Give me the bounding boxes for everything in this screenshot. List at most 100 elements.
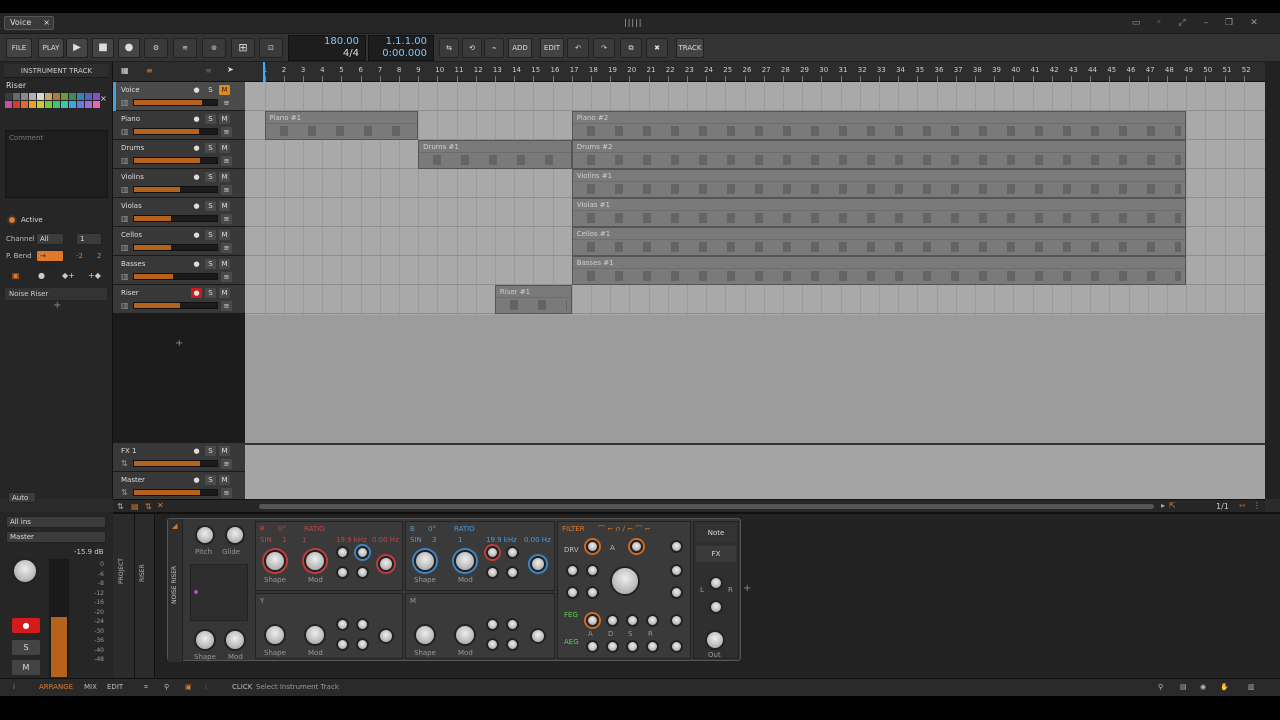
solo-button[interactable]: S bbox=[205, 172, 216, 182]
feg-r-knob[interactable] bbox=[646, 614, 659, 627]
track-menu-icon[interactable]: ≡ bbox=[221, 185, 232, 195]
osc-b-ratio[interactable]: RATIO bbox=[454, 525, 475, 533]
copy-icon[interactable]: ⧉ bbox=[620, 38, 642, 58]
color-swatch[interactable] bbox=[77, 101, 84, 108]
volume-fader[interactable] bbox=[133, 215, 218, 222]
clip[interactable]: Piano #1 bbox=[264, 111, 419, 140]
comment-field[interactable]: Comment bbox=[5, 130, 108, 198]
zoom-fit-icon[interactable]: ⇱ bbox=[1169, 501, 1176, 510]
arranger-timeline[interactable]: 1234567891011121314151617181920212223242… bbox=[245, 62, 1265, 499]
empty-track-area[interactable] bbox=[245, 315, 1265, 443]
rec-button[interactable]: ● bbox=[191, 143, 202, 153]
bar-position[interactable]: 1.1.1.00 bbox=[369, 36, 427, 48]
channel-number[interactable]: 1 bbox=[76, 233, 102, 245]
filter-knob-3[interactable] bbox=[566, 586, 579, 599]
tempo-value[interactable]: 180.00 bbox=[289, 36, 359, 48]
track-header[interactable]: Basses ▥ ● S M ≡ bbox=[113, 256, 245, 285]
volume-fader[interactable] bbox=[133, 273, 218, 280]
track-name-label[interactable]: Cellos bbox=[121, 231, 142, 239]
color-swatch[interactable] bbox=[85, 93, 92, 100]
routing-icon[interactable]: ◆+ bbox=[62, 271, 75, 280]
punch-icon[interactable]: ⇆ bbox=[439, 38, 459, 58]
timeline-ruler[interactable]: 1234567891011121314151617181920212223242… bbox=[245, 62, 1265, 82]
meter-value[interactable]: 4/4 bbox=[289, 48, 359, 60]
osc-r-knob-b[interactable] bbox=[356, 546, 369, 559]
track-name-label[interactable]: FX 1 bbox=[121, 447, 137, 455]
m-knob-c[interactable] bbox=[486, 638, 499, 651]
osc-r-wave[interactable]: SIN bbox=[260, 536, 272, 544]
osc-r-shape-knob[interactable] bbox=[264, 550, 286, 572]
track-name-label[interactable]: Drums bbox=[121, 144, 144, 152]
fold-icon[interactable]: ⇅ bbox=[117, 502, 124, 511]
play-icon[interactable]: ▶ bbox=[66, 38, 88, 58]
osc-b-knob-e[interactable] bbox=[530, 556, 546, 572]
layout-icon[interactable]: ▭ bbox=[1130, 17, 1142, 29]
pointer-tool-icon[interactable]: ➤ bbox=[227, 65, 234, 74]
y-mod-knob[interactable] bbox=[304, 624, 326, 646]
track-name-label[interactable]: Violins bbox=[121, 173, 144, 181]
clip[interactable]: Riser #1 bbox=[494, 285, 572, 314]
close-tab-icon[interactable]: × bbox=[43, 17, 50, 29]
volume-fader[interactable] bbox=[133, 128, 218, 135]
record-status-icon[interactable]: ◉ bbox=[1200, 683, 1206, 691]
track-lane[interactable] bbox=[245, 285, 1265, 314]
color-swatch[interactable] bbox=[45, 101, 52, 108]
m-knob-a[interactable] bbox=[486, 618, 499, 631]
power-icon[interactable]: ● bbox=[38, 271, 45, 280]
scroll-right-icon[interactable]: ▸ bbox=[1161, 501, 1165, 510]
menu-icon[interactable]: ≡ bbox=[205, 66, 212, 75]
hand-icon[interactable]: ✋ bbox=[1220, 683, 1229, 691]
color-swatch[interactable] bbox=[21, 93, 28, 100]
vertical-scrollbar[interactable] bbox=[1265, 62, 1280, 499]
y-knob-d[interactable] bbox=[356, 638, 369, 651]
volume-fader[interactable] bbox=[133, 157, 218, 164]
track-menu-icon[interactable]: ≡ bbox=[221, 156, 232, 166]
feg-d-knob[interactable] bbox=[606, 614, 619, 627]
clear-color-icon[interactable]: × bbox=[100, 94, 107, 103]
track-header[interactable]: Voice ▥ ● S M ≡ bbox=[113, 82, 245, 111]
color-swatch[interactable] bbox=[53, 93, 60, 100]
filter-knob-2[interactable] bbox=[586, 564, 599, 577]
solo-button[interactable]: S bbox=[205, 475, 216, 485]
mute-button[interactable]: M bbox=[12, 660, 40, 675]
track-menu-icon[interactable]: ≡ bbox=[221, 127, 232, 137]
pan-knob[interactable] bbox=[12, 558, 38, 584]
aeg-s-knob[interactable] bbox=[626, 640, 639, 653]
clip[interactable]: Piano #2 bbox=[571, 111, 1187, 140]
osc-b-knob-c[interactable] bbox=[486, 566, 499, 579]
filter-res-knob[interactable] bbox=[670, 540, 683, 553]
track-header[interactable]: Violins ▥ ● S M ≡ bbox=[113, 169, 245, 198]
play-menu-button[interactable]: PLAY bbox=[38, 38, 64, 58]
solo-button[interactable]: S bbox=[205, 201, 216, 211]
cutoff-knob[interactable] bbox=[610, 566, 640, 596]
fullscreen-icon[interactable]: ⤢ bbox=[1176, 17, 1188, 29]
clip[interactable]: Basses #1 bbox=[571, 256, 1187, 285]
device-power-icon[interactable]: ◢ bbox=[172, 522, 177, 530]
volume-fader[interactable] bbox=[133, 302, 218, 309]
m-knob-d[interactable] bbox=[506, 638, 519, 651]
track-name-label[interactable]: Piano bbox=[121, 115, 140, 123]
osc-r-r1[interactable]: 1 bbox=[282, 536, 286, 544]
list-icon[interactable]: ≡ bbox=[146, 66, 153, 75]
solo-button[interactable]: S bbox=[205, 288, 216, 298]
stop-icon[interactable]: ■ bbox=[92, 38, 114, 58]
osc-b-mod-knob[interactable] bbox=[454, 550, 476, 572]
position-display[interactable]: 1.1.1.00 0:00.000 bbox=[368, 35, 434, 61]
playhead-marker[interactable] bbox=[263, 62, 265, 82]
osc-r-freq[interactable]: 19.9 kHz bbox=[336, 536, 367, 544]
solo-button[interactable]: S bbox=[205, 259, 216, 269]
mod-knob-main[interactable] bbox=[224, 629, 246, 651]
track-menu-icon[interactable]: ≡ bbox=[221, 459, 232, 469]
delete-icon[interactable]: ✖ bbox=[646, 38, 668, 58]
track-header[interactable]: Piano ▥ ● S M ≡ bbox=[113, 111, 245, 140]
glide-knob[interactable] bbox=[225, 525, 245, 545]
volume-fader[interactable] bbox=[133, 186, 218, 193]
osc-b-hz[interactable]: 0.00 Hz bbox=[524, 536, 551, 544]
track-name[interactable]: Riser bbox=[6, 81, 26, 90]
link-icon[interactable]: ⚲ bbox=[164, 683, 169, 691]
osc-b-shape-knob[interactable] bbox=[414, 550, 436, 572]
color-swatch[interactable] bbox=[13, 93, 20, 100]
osc-b-freq[interactable]: 19.9 kHz bbox=[486, 536, 517, 544]
add-icon[interactable]: ⊞ bbox=[231, 38, 255, 58]
filter-type-icons[interactable]: ⌒ ⌐ ∩ ∕ ⌐ ⌒ ⌐ bbox=[598, 524, 650, 534]
